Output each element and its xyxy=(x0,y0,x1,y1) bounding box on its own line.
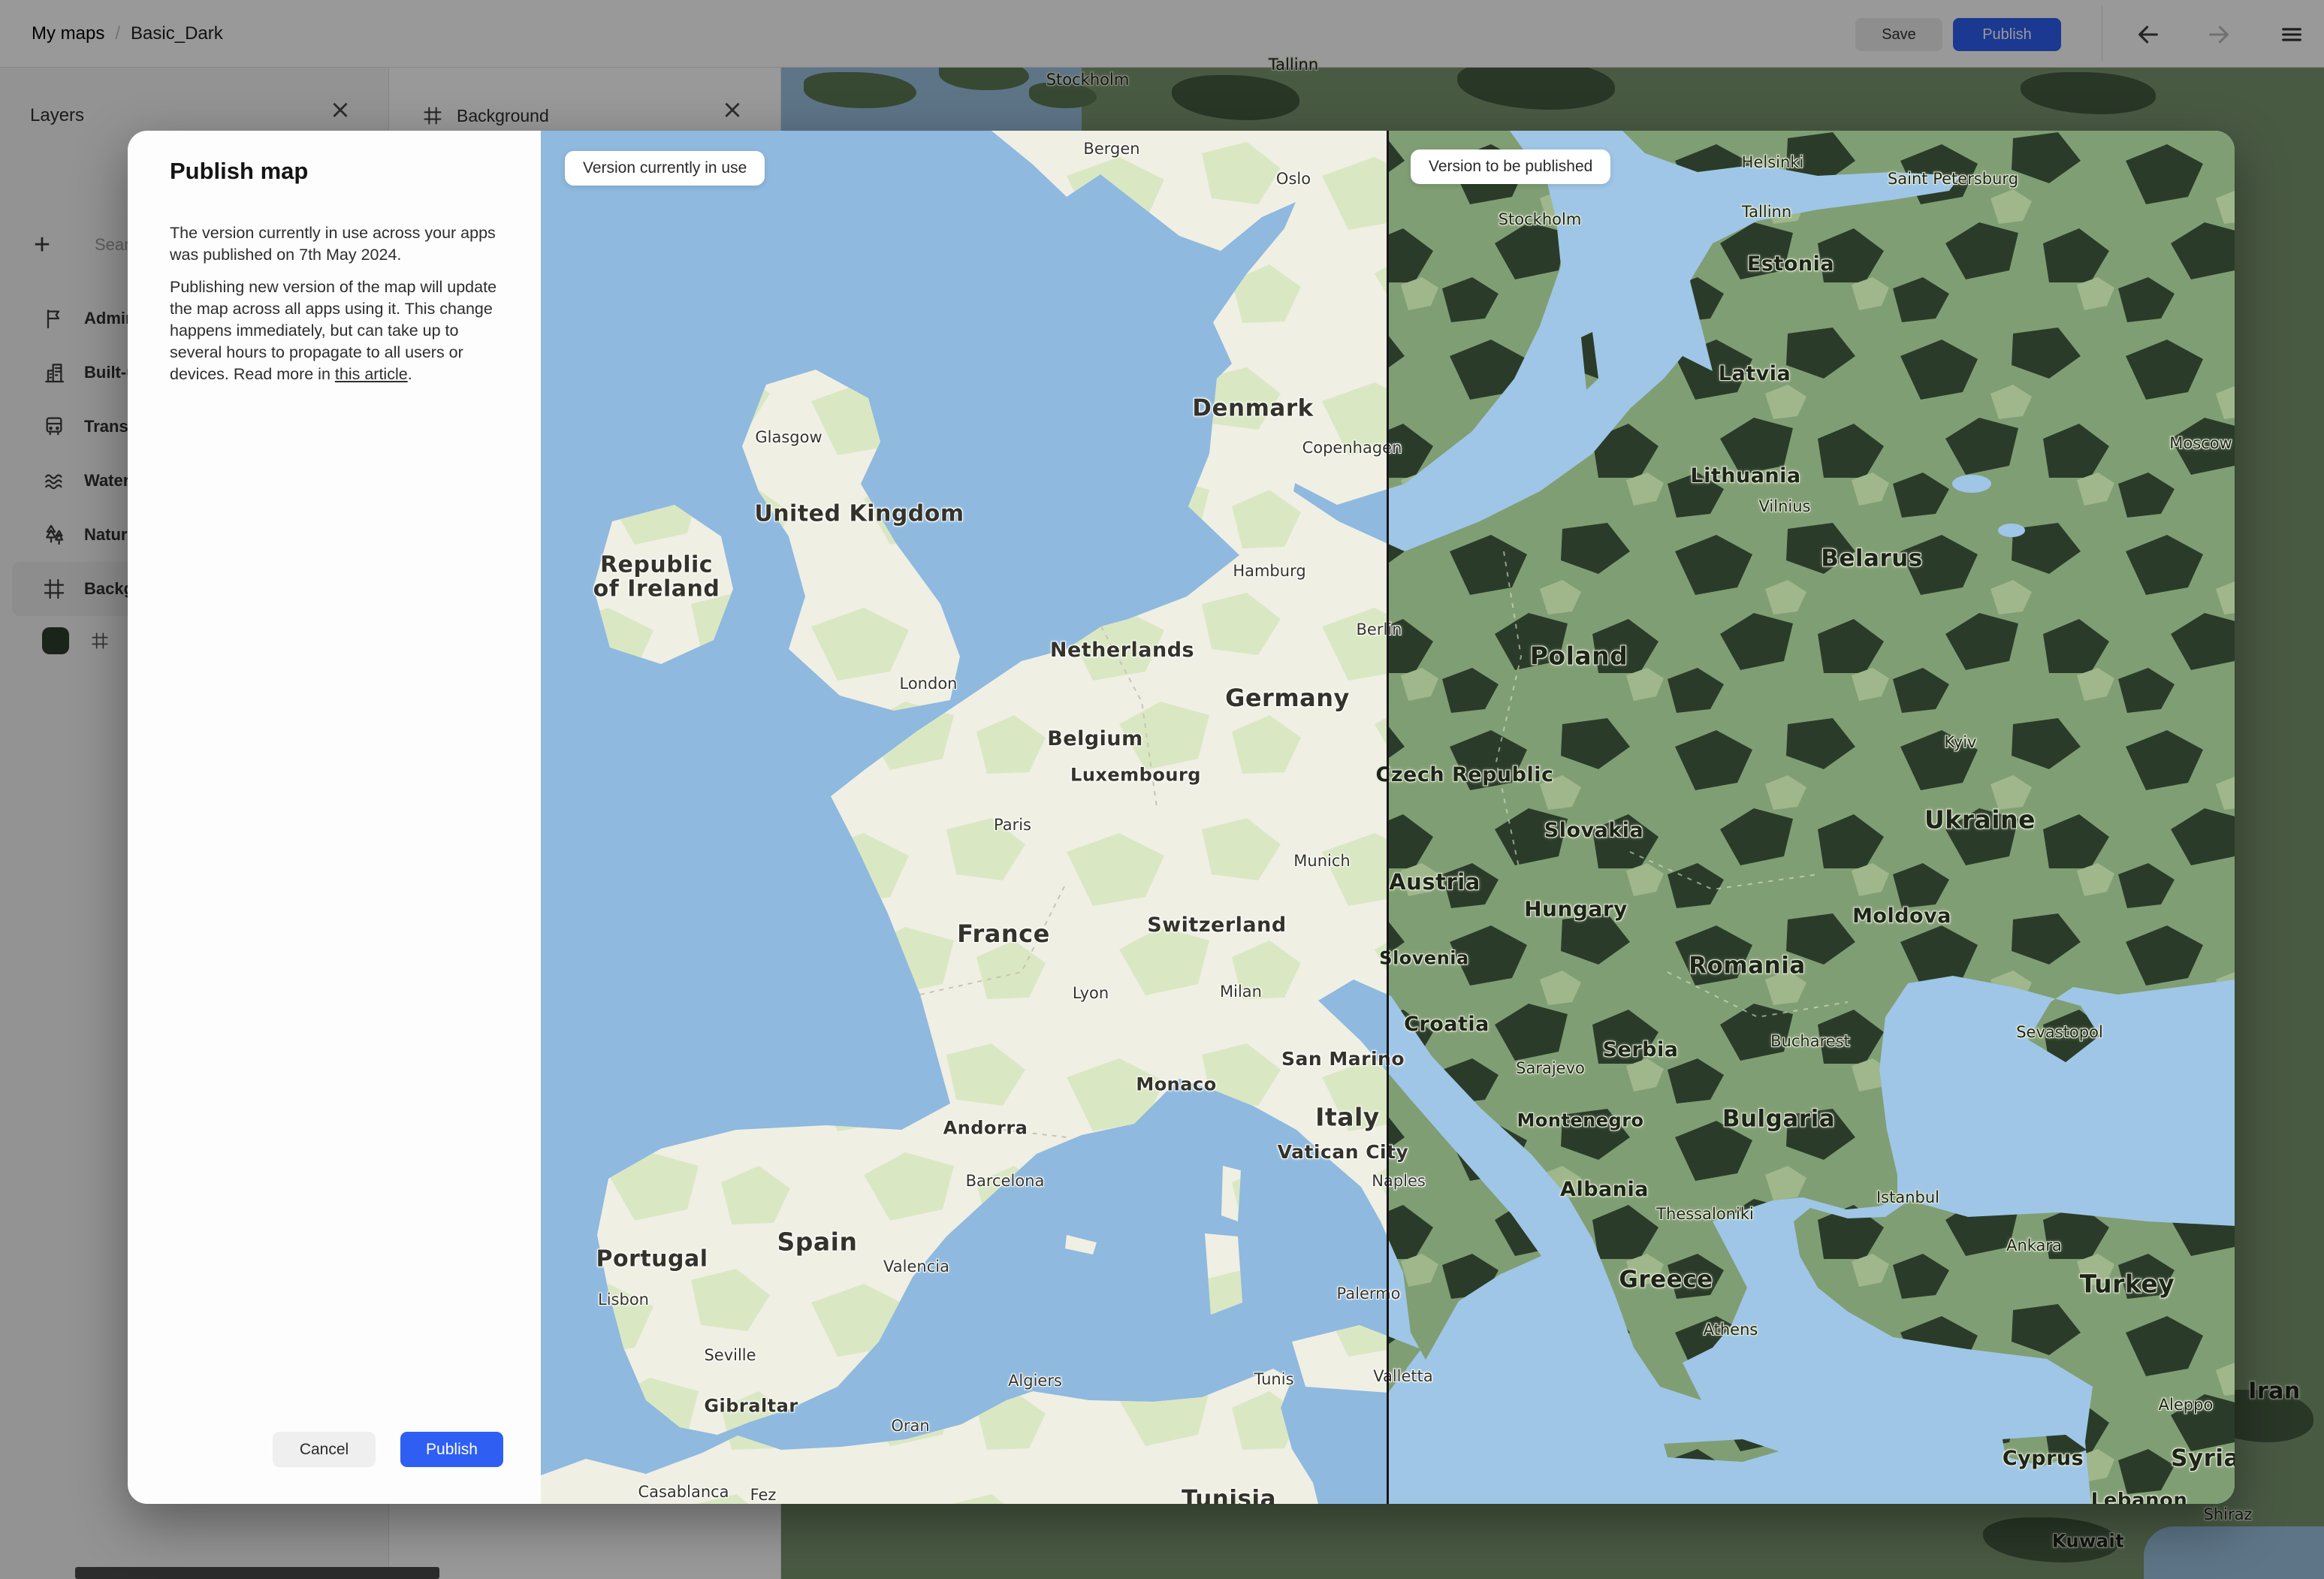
dialog-title: Publish map xyxy=(170,158,309,184)
compare-slider-divider[interactable] xyxy=(1387,131,1389,1504)
dialog-paragraph-2: Publishing new version of the map will u… xyxy=(170,277,497,383)
publish-confirm-button[interactable]: Publish xyxy=(400,1432,503,1467)
cancel-button[interactable]: Cancel xyxy=(273,1432,376,1467)
publish-modal: Publish map The version currently in use… xyxy=(128,131,2235,1504)
published-version-chip: Version to be published xyxy=(1411,149,1611,184)
dialog-paragraph-1: The version currently in use across your… xyxy=(170,223,496,264)
version-compare-map[interactable]: Bergen Oslo Glasgow United Kingdom Republic … xyxy=(541,131,2235,1504)
current-version-chip: Version currently in use xyxy=(565,151,765,186)
publish-dialog: Publish map The version currently in use… xyxy=(128,131,541,1504)
this-article-link[interactable]: this article xyxy=(335,365,408,383)
